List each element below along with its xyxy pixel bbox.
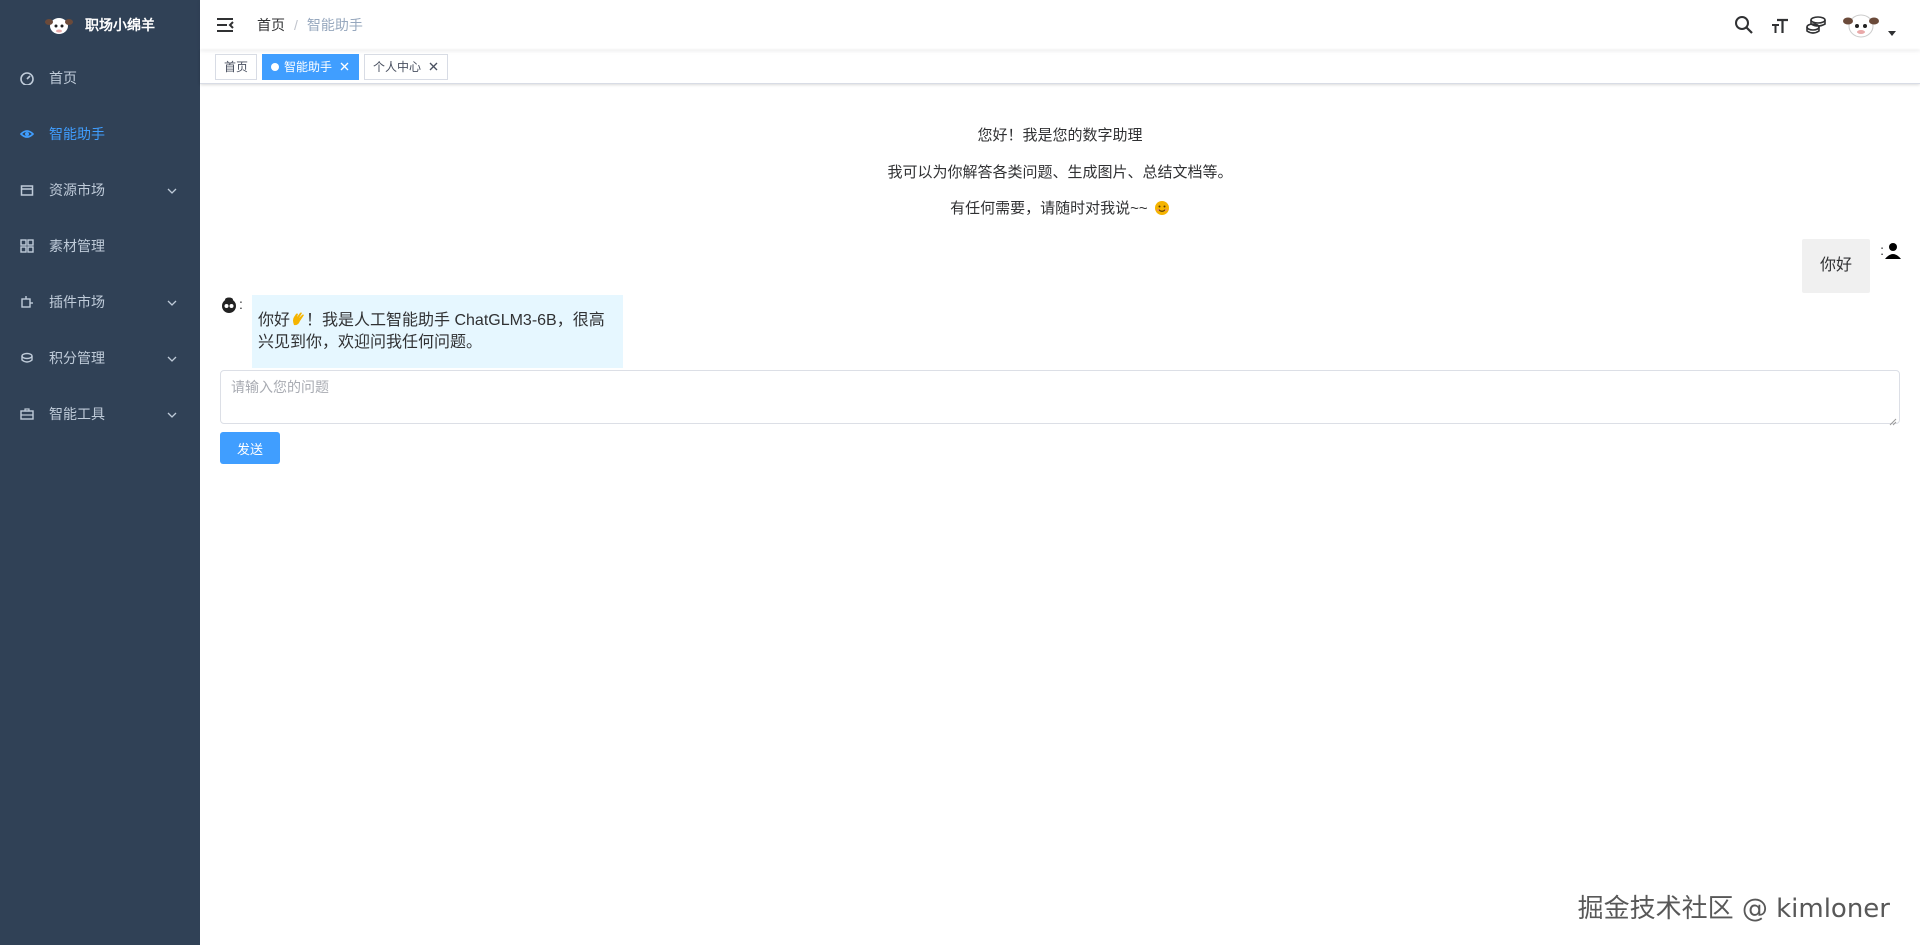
chevron-down-icon bbox=[166, 352, 178, 364]
eye-icon bbox=[20, 127, 34, 141]
app-root: 职场小绵羊 首页 智能助手 资源市场 素材管理 插件市场 积分管理 智能工具 首… bbox=[0, 0, 1920, 945]
font-size-icon[interactable] bbox=[1768, 13, 1792, 37]
bot-message-part1: 你好 bbox=[258, 312, 291, 329]
tag-label: 智能助手 bbox=[284, 59, 333, 74]
watermark: 掘金技术社区 @ kimloner bbox=[1577, 894, 1890, 924]
hamburger-icon[interactable] bbox=[215, 15, 235, 35]
tag-home[interactable]: 首页 bbox=[215, 53, 258, 80]
welcome-line-2: 我可以为你解答各类问题、生成图片、总结文档等。 bbox=[887, 164, 1233, 181]
close-icon[interactable] bbox=[338, 61, 350, 73]
welcome-line-3: 有任何需要，请随时对我说~~ bbox=[200, 197, 1920, 218]
question-input[interactable] bbox=[231, 377, 1889, 417]
chat-content: 您好！我是您的数字助理 我可以为你解答各类问题、生成图片、总结文档等。 有任何需… bbox=[200, 84, 1920, 945]
coins-stack-icon[interactable] bbox=[1804, 13, 1828, 37]
sidebar-item-label: 积分管理 bbox=[49, 350, 105, 366]
waving-hand-icon bbox=[290, 311, 306, 327]
sidebar-item-smart-tools[interactable]: 智能工具 bbox=[0, 386, 200, 442]
tag-label: 个人中心 bbox=[373, 59, 422, 74]
sidebar-item-home[interactable]: 首页 bbox=[0, 50, 200, 106]
user-bubble: 你好 bbox=[1801, 239, 1870, 293]
breadcrumb-current: 智能助手 bbox=[306, 17, 363, 33]
chevron-down-icon bbox=[166, 408, 178, 420]
tag-profile[interactable]: 个人中心 bbox=[364, 53, 449, 80]
sidebar-logo[interactable]: 职场小绵羊 bbox=[0, 0, 200, 50]
search-icon[interactable] bbox=[1732, 13, 1756, 37]
chevron-down-icon bbox=[166, 184, 178, 196]
right-menu bbox=[1732, 0, 1920, 50]
brand-title: 职场小绵羊 bbox=[85, 17, 155, 33]
bot-colon: : bbox=[239, 296, 243, 312]
component-icon bbox=[20, 239, 34, 253]
dashboard-icon bbox=[20, 71, 34, 85]
close-icon[interactable] bbox=[427, 61, 439, 73]
send-button[interactable]: 发送 bbox=[220, 432, 280, 464]
smile-emoji-icon bbox=[1154, 200, 1170, 216]
chevron-down-icon bbox=[166, 296, 178, 308]
user-message: 你好 bbox=[1801, 239, 1870, 293]
sidebar-item-assistant[interactable]: 智能助手 bbox=[0, 106, 200, 162]
sidebar: 职场小绵羊 首页 智能助手 资源市场 素材管理 插件市场 积分管理 智能工具 bbox=[0, 0, 200, 945]
user-icon bbox=[1884, 242, 1902, 260]
caret-down-icon[interactable] bbox=[1886, 26, 1898, 38]
sidebar-item-plugin-market[interactable]: 插件市场 bbox=[0, 274, 200, 330]
sidebar-item-label: 插件市场 bbox=[49, 294, 105, 310]
tag-assistant[interactable]: 智能助手 bbox=[262, 53, 360, 80]
welcome-line-3-text: 有任何需要，请随时对我说~~ bbox=[950, 200, 1148, 217]
sidebar-item-label: 智能工具 bbox=[49, 406, 105, 422]
shop-icon bbox=[20, 183, 34, 197]
breadcrumb-separator: / bbox=[294, 17, 298, 33]
welcome-line-1: 您好！我是您的数字助理 bbox=[977, 127, 1143, 144]
sidebar-item-label: 资源市场 bbox=[49, 182, 105, 198]
coins-icon bbox=[20, 351, 34, 365]
breadcrumb-home[interactable]: 首页 bbox=[257, 15, 285, 35]
navbar: 首页 / 智能助手 bbox=[200, 0, 1920, 50]
sidebar-item-resource-market[interactable]: 资源市场 bbox=[0, 162, 200, 218]
sidebar-item-label: 首页 bbox=[49, 70, 77, 86]
toolbox-icon bbox=[20, 407, 34, 421]
sidebar-item-label: 智能助手 bbox=[49, 126, 105, 142]
sidebar-item-material[interactable]: 素材管理 bbox=[0, 218, 200, 274]
avatar[interactable] bbox=[1842, 10, 1880, 40]
sheep-logo-icon bbox=[45, 13, 73, 37]
active-dot-icon bbox=[271, 62, 280, 71]
main-container: 首页 / 智能助手 首页 智能助手 个人中心 您好！我是您的数字助理 我可以为你… bbox=[200, 0, 1920, 945]
bot-avatar-icon bbox=[220, 296, 238, 314]
resize-grip-icon[interactable] bbox=[1889, 413, 1897, 426]
sidebar-item-label: 素材管理 bbox=[49, 238, 105, 254]
bot-bubble: 你好 ！我是人工智能助手 ChatGLM3-6B，很高兴见到你，欢迎问我任何问题。 bbox=[252, 295, 623, 368]
sidebar-item-points[interactable]: 积分管理 bbox=[0, 330, 200, 386]
tags-view: 首页 智能助手 个人中心 bbox=[200, 50, 1920, 84]
bot-message-part2: ！我是人工智能助手 ChatGLM3-6B，很高兴见到你，欢迎问我任何问题。 bbox=[258, 312, 605, 351]
question-input-wrapper bbox=[220, 370, 1900, 426]
breadcrumb: 首页 / 智能助手 bbox=[257, 15, 363, 35]
plugin-icon bbox=[20, 295, 34, 309]
tag-label: 首页 bbox=[224, 59, 249, 74]
